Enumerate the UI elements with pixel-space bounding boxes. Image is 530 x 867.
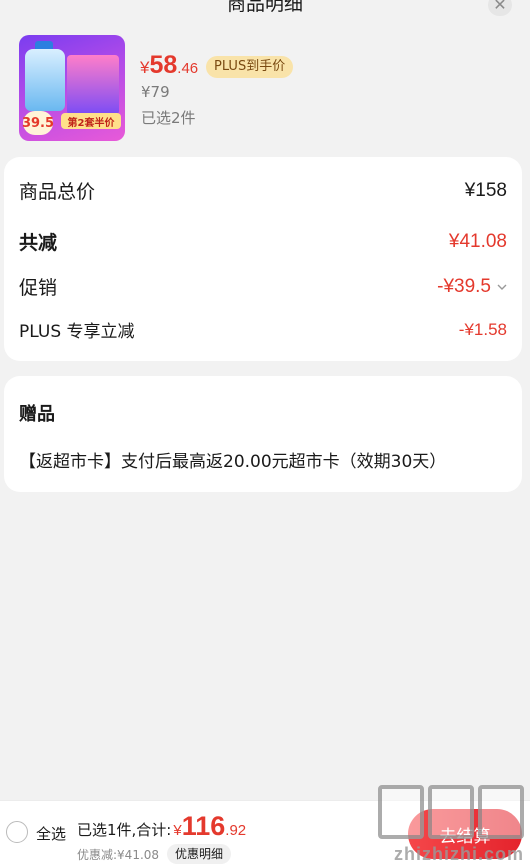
- plus-reduce-row: PLUS 专享立减 -¥1.58: [19, 317, 507, 343]
- promo-value: -¥39.5: [437, 275, 491, 297]
- total-decimal: .92: [225, 822, 247, 839]
- reduce-row: 共减 ¥41.08: [19, 228, 507, 255]
- promo-value-wrap[interactable]: -¥39.5: [437, 276, 507, 298]
- promo-row[interactable]: 促销 -¥39.5: [19, 273, 507, 300]
- discount-text: 优惠减:¥41.08: [77, 847, 160, 862]
- product-price: ¥58.46: [140, 51, 198, 80]
- close-icon: ✕: [493, 0, 507, 14]
- total-amount: ¥116.92: [173, 811, 246, 842]
- thumbnail-price-badge: 39.5: [22, 111, 54, 135]
- plus-price-tag: PLUS到手价: [206, 56, 294, 78]
- price-decimal: .46: [177, 60, 199, 77]
- checkout-bar: 全选 已选1件,合计: ¥116.92 优惠减:¥41.08 优惠明细 去结算: [0, 800, 530, 867]
- total-summary: 已选1件,合计: ¥116.92: [77, 811, 246, 842]
- total-currency: ¥: [173, 822, 182, 839]
- price-summary-card: 商品总价 ¥158 共减 ¥41.08 促销 -¥39.5 PLUS 专享立减 …: [4, 157, 522, 361]
- total-price-row: 商品总价 ¥158: [19, 177, 507, 204]
- discount-info: 优惠减:¥41.08 优惠明细: [77, 844, 232, 864]
- price-integer: 58: [149, 51, 178, 79]
- plus-reduce-label: PLUS 专享立减: [19, 322, 135, 342]
- gift-pack-graphic: [67, 55, 119, 115]
- gift-title: 赠品: [19, 404, 55, 425]
- product-thumbnail[interactable]: 39.5 第2套半价: [19, 35, 125, 141]
- checkout-button[interactable]: 去结算: [408, 809, 522, 859]
- chevron-down-icon: [497, 284, 507, 290]
- discount-detail-button[interactable]: 优惠明细: [167, 844, 232, 864]
- total-price-label: 商品总价: [19, 181, 96, 203]
- select-all-checkbox[interactable]: [6, 821, 28, 843]
- summary-prefix: 已选1件,合计:: [77, 821, 172, 839]
- original-price: ¥79: [141, 83, 170, 101]
- reduce-value: ¥41.08: [448, 230, 507, 252]
- select-all-label[interactable]: 全选: [36, 823, 66, 844]
- reduce-label: 共减: [19, 232, 58, 254]
- page-title: 商品明细: [226, 0, 303, 15]
- detail-header: 商品明细 ✕ 39.5 第2套半价 ¥58.46 PLUS到手价 ¥79 已选2…: [0, 0, 530, 150]
- thumbnail-half-price-tag: 第2套半价: [61, 113, 121, 129]
- promo-label: 促销: [19, 277, 58, 299]
- selected-count: 已选2件: [141, 109, 196, 127]
- gift-description: 【返超市卡】支付后最高返20.00元超市卡（效期30天）: [19, 452, 447, 472]
- plus-reduce-value: -¥1.58: [458, 319, 507, 339]
- total-integer: 116: [181, 811, 226, 841]
- gift-card: 赠品 【返超市卡】支付后最高返20.00元超市卡（效期30天）: [4, 376, 522, 492]
- total-price-value: ¥158: [464, 179, 507, 201]
- detergent-bottle-graphic: [25, 49, 65, 111]
